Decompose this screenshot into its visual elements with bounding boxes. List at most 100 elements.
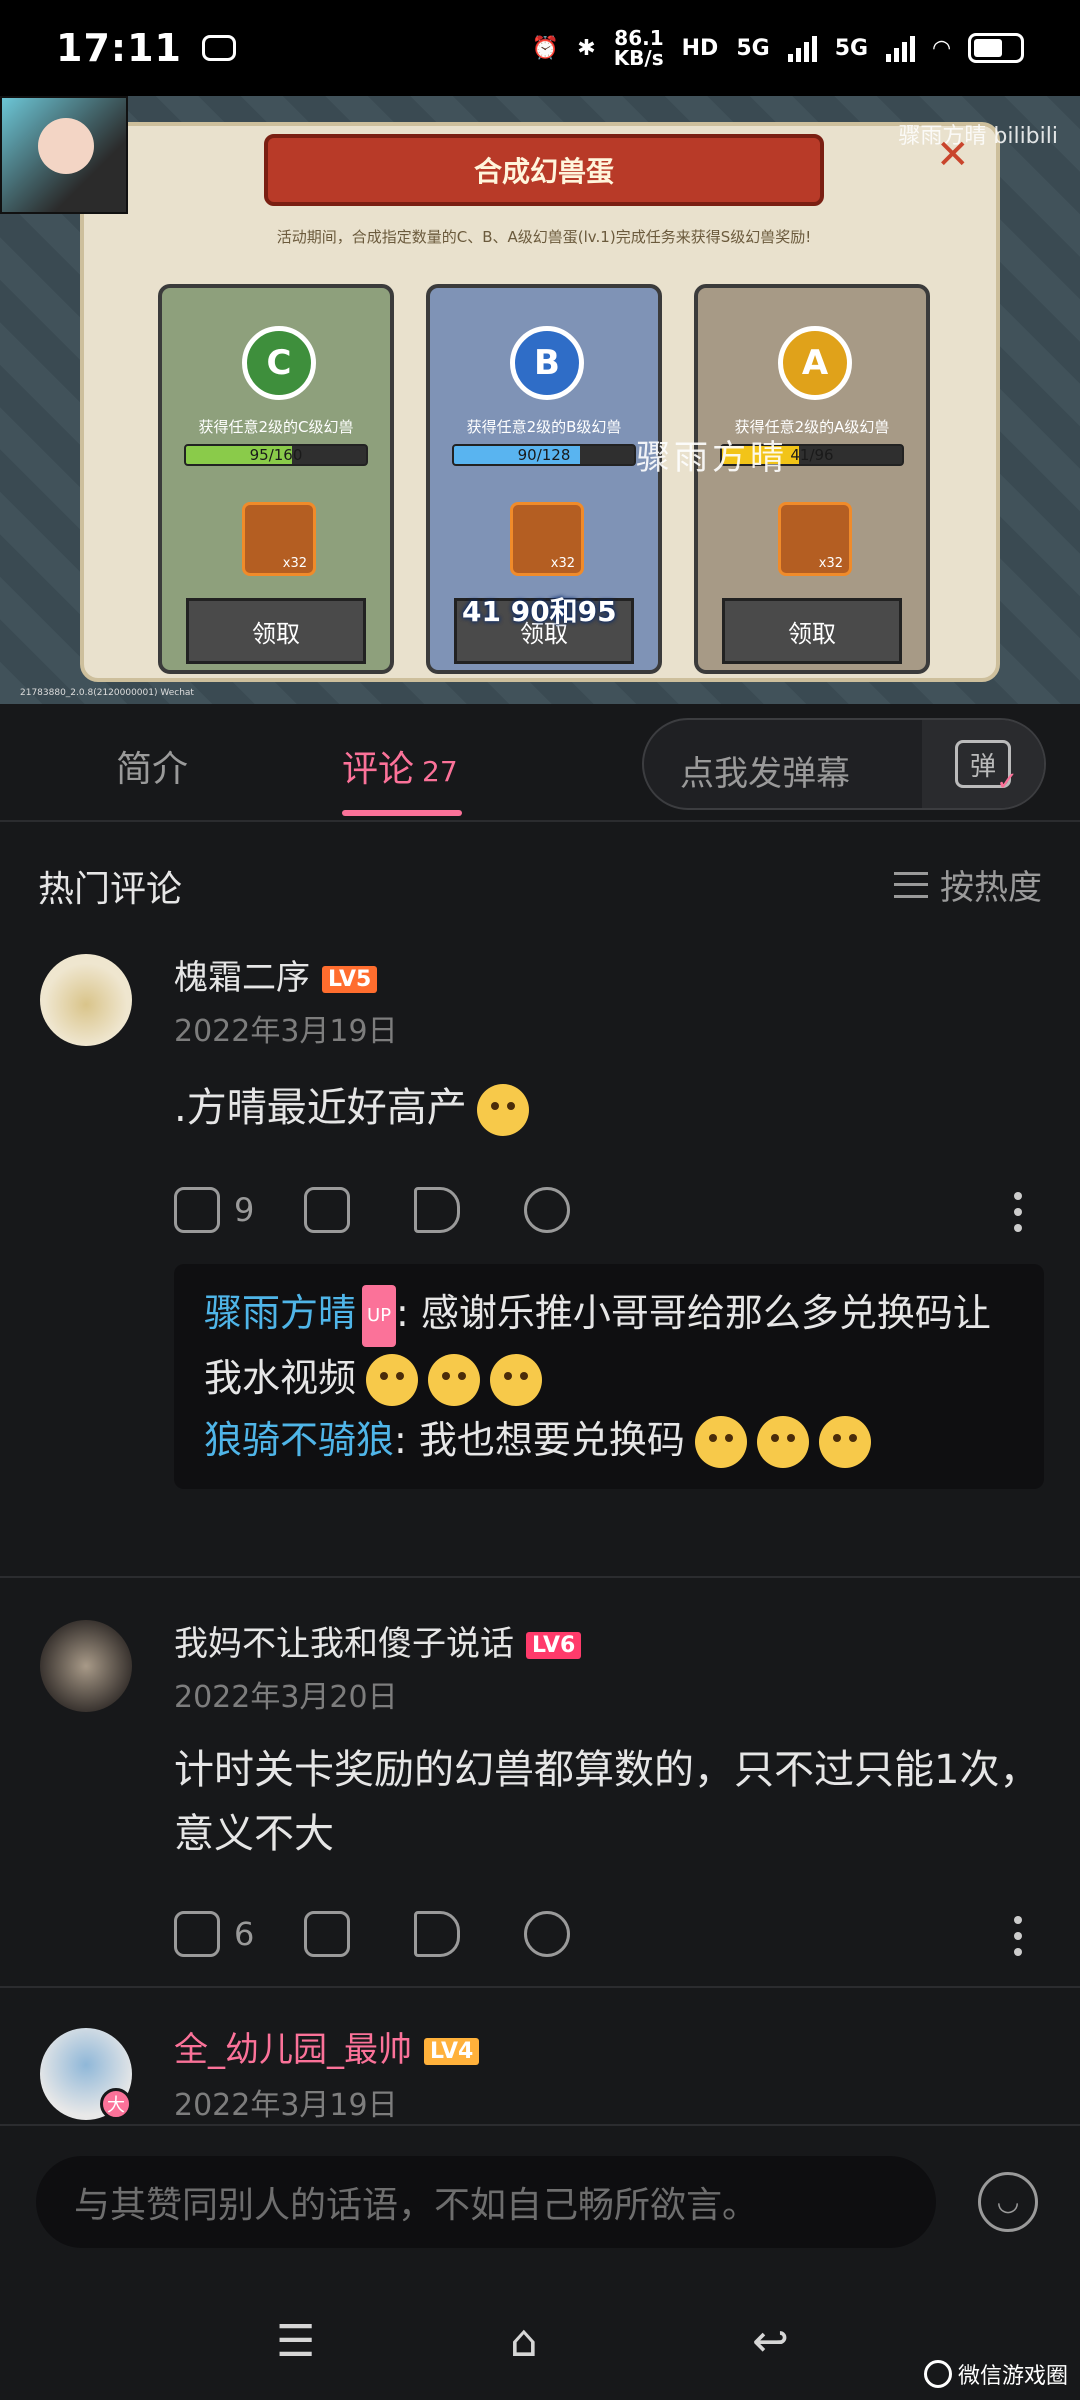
- home-icon[interactable]: ⌂: [510, 2320, 538, 2364]
- level-badge: LV6: [526, 1632, 582, 1659]
- card-task: 获得任意2级的B级幻兽: [466, 418, 622, 436]
- more-options-icon[interactable]: [1014, 1192, 1022, 1232]
- back-icon[interactable]: ↩: [752, 2320, 789, 2364]
- share-button[interactable]: [414, 1187, 474, 1233]
- dislike-button[interactable]: [304, 1911, 364, 1957]
- uploader-avatar-overlay: [0, 96, 128, 214]
- reply-preview-box[interactable]: 骤雨方晴 UP: 感谢乐推小哥哥给那么多兑换码让我水视频 狼骑不骑狼: 我也想要兑…: [174, 1264, 1044, 1489]
- comment-username-text: 我妈不让我和傻子说话: [174, 1624, 514, 1664]
- tab-comments[interactable]: 评论 27: [342, 740, 458, 792]
- danmaku-input[interactable]: 点我发弹幕 弹: [642, 718, 1046, 810]
- level-badge: LV5: [322, 966, 378, 993]
- share-icon: [414, 1187, 461, 1233]
- comment-username[interactable]: 我妈不让我和傻子说话 LV6: [174, 1616, 582, 1665]
- card-progress-text: 95/160: [249, 446, 303, 464]
- comment-count: 27: [422, 755, 458, 788]
- network-speed-unit: KB/s: [613, 46, 664, 70]
- video-player[interactable]: 合成幻兽蛋 活动期间，合成指定数量的C、B、A级幻兽蛋(lv.1)完成任务来获得…: [0, 96, 1080, 704]
- danmaku-toggle-button[interactable]: 弹: [922, 720, 1044, 808]
- card-progress: 95/160: [184, 444, 368, 466]
- share-icon: [414, 1911, 461, 1957]
- signal-bars-icon-2: [886, 34, 916, 62]
- item-qty: x32: [818, 556, 843, 571]
- like-count: 9: [234, 1191, 255, 1229]
- tab-comments-label: 评论: [342, 749, 415, 790]
- panel-description: 活动期间，合成指定数量的C、B、A级幻兽蛋(lv.1)完成任务来获得S级幻兽奖励…: [276, 228, 812, 246]
- reply-username[interactable]: 骤雨方晴: [204, 1291, 356, 1335]
- dislike-button[interactable]: [304, 1187, 364, 1233]
- like-count: 6: [234, 1915, 255, 1953]
- hd-label: HD: [681, 35, 719, 61]
- divider: [0, 1986, 1080, 1988]
- grade-c-badge: C: [242, 326, 316, 400]
- thumbs-up-icon: [174, 1187, 220, 1233]
- menu-icon[interactable]: ☰: [276, 2320, 315, 2364]
- battery-icon: [968, 33, 1024, 63]
- claim-button-c: 领取: [186, 598, 366, 664]
- share-button[interactable]: [414, 1911, 474, 1957]
- reply-username[interactable]: 狼骑不骑狼: [204, 1418, 394, 1462]
- reply-line: 狼骑不骑狼: 我也想要兑换码: [204, 1409, 1014, 1471]
- status-bar: 17:11 ⏰ ✱ 86.1 KB/s HD 5G 5G ◠: [0, 0, 1080, 96]
- comment-input[interactable]: 与其赞同别人的话语，不如自己畅所欲言。: [36, 2156, 936, 2248]
- comment-username[interactable]: 槐霜二序 LV5: [174, 950, 378, 999]
- reply-button[interactable]: [524, 1911, 584, 1957]
- network-speed-value: 86.1: [614, 26, 664, 50]
- comment-actions: 6: [174, 1906, 634, 1962]
- reply-text: : 我也想要兑换码: [394, 1417, 685, 1462]
- wifi-icon: ◠: [933, 35, 950, 61]
- drool-emoji-icon: [428, 1354, 481, 1406]
- card-c: C 获得任意2级的C级幻兽 95/160 x32 领取: [158, 284, 394, 674]
- like-button[interactable]: 9: [174, 1187, 254, 1233]
- doge-emoji-icon: [476, 1084, 529, 1136]
- game-controller-icon: [201, 35, 236, 61]
- avatar[interactable]: [40, 954, 132, 1046]
- sort-button[interactable]: 按热度: [894, 860, 1042, 909]
- comment-text-content: .方晴最近好高产: [174, 1085, 467, 1131]
- comment-username[interactable]: 全_幼儿园_最帅 LV4: [174, 2022, 480, 2071]
- like-button[interactable]: 6: [174, 1911, 254, 1957]
- reply-line: 骤雨方晴 UP: 感谢乐推小哥哥给那么多兑换码让我水视频: [204, 1282, 1014, 1409]
- drool-emoji-icon: [490, 1354, 543, 1406]
- hot-comments-title: 热门评论: [38, 869, 183, 910]
- system-nav-bar: ☰ ⌂ ↩ 微信游戏圈: [0, 2276, 1080, 2400]
- danmaku-placeholder: 点我发弹幕: [680, 754, 850, 794]
- level-badge: LV4: [424, 2038, 480, 2065]
- doge-emoji-icon: [818, 1416, 871, 1468]
- tab-intro[interactable]: 简介: [116, 740, 188, 792]
- danmaku-icon: 弹: [955, 740, 1018, 797]
- list-icon: [894, 871, 928, 898]
- drool-emoji-icon: [366, 1354, 419, 1406]
- card-a: A 获得任意2级的A级幻兽 41/96 x32 领取: [694, 284, 930, 674]
- avatar[interactable]: [40, 1620, 132, 1712]
- comment-actions: 9: [174, 1182, 634, 1238]
- thumbs-up-icon: [174, 1911, 220, 1957]
- sort-label: 按热度: [940, 868, 1042, 908]
- comment-username-text: 槐霜二序: [174, 958, 310, 998]
- reply-button[interactable]: [524, 1187, 584, 1233]
- comment-date: 2022年3月20日: [174, 1680, 398, 1715]
- up-badge: UP: [362, 1284, 397, 1347]
- network-speed: 86.1 KB/s: [614, 28, 664, 68]
- status-icons: ⏰ ✱ 86.1 KB/s HD 5G 5G ◠: [532, 28, 1024, 68]
- thumbs-down-icon: [304, 1911, 351, 1957]
- hot-comments-header: 热门评论 按热度: [0, 822, 1080, 938]
- comment-input-bar: 与其赞同别人的话语，不如自己畅所欲言。 ◡: [0, 2124, 1080, 2276]
- claim-button-a: 领取: [722, 598, 902, 664]
- clock: 17:11: [56, 26, 182, 70]
- comment-text: .方晴最近好高产: [174, 1076, 1044, 1140]
- grade-b-badge: B: [510, 326, 584, 400]
- overlay-watermark: 骤雨方晴: [636, 438, 788, 478]
- video-watermark: 骤雨方晴 bilibili: [898, 124, 1058, 149]
- panel-title: 合成幻兽蛋: [264, 134, 824, 206]
- comment-date: 2022年3月19日: [174, 1014, 398, 1049]
- comment-username-text: 全_幼儿园_最帅: [174, 2030, 412, 2070]
- comment-date: 2022年3月19日: [174, 2088, 398, 2123]
- more-options-icon[interactable]: [1014, 1916, 1022, 1956]
- card-progress: 90/128: [452, 444, 636, 466]
- signal-bars-icon: [787, 34, 817, 62]
- close-icon: ✕: [936, 132, 970, 178]
- beast-egg-icon: x32: [242, 502, 316, 576]
- emoji-picker-icon[interactable]: ◡: [978, 2172, 1038, 2232]
- beast-egg-icon: x32: [510, 502, 584, 576]
